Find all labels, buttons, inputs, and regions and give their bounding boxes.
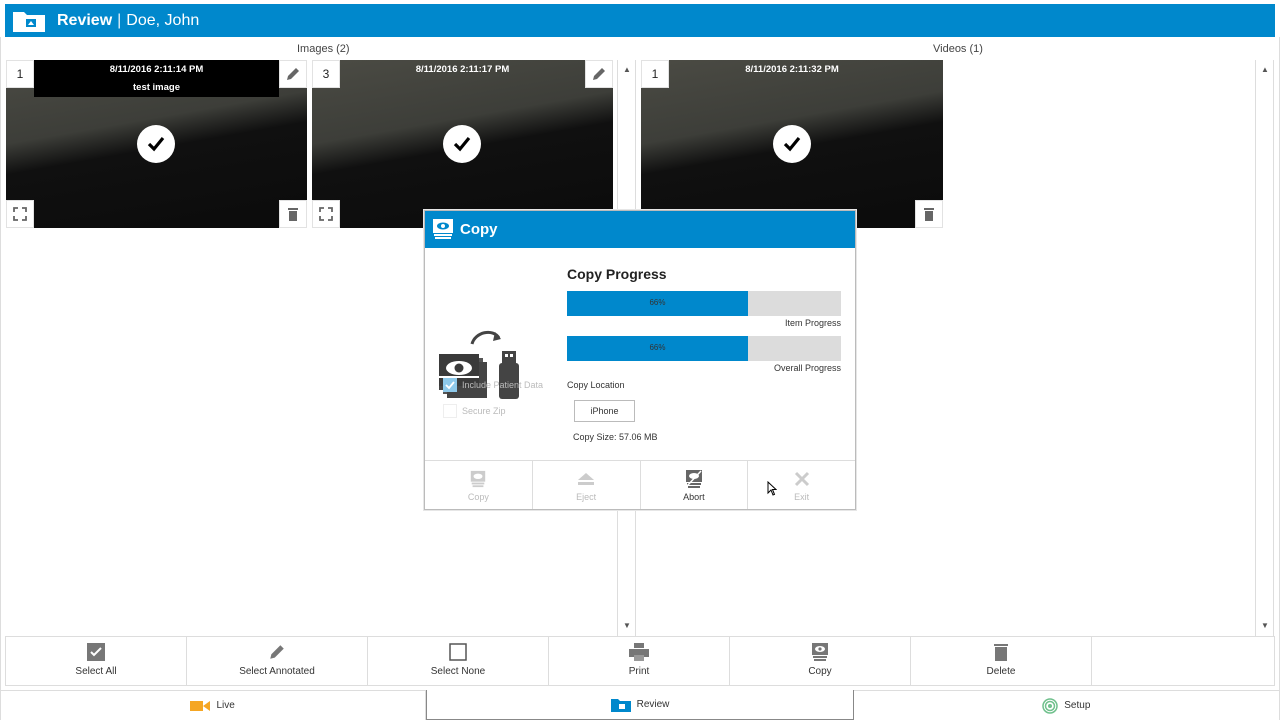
- overall-progress-label: Overall Progress: [773, 363, 841, 373]
- videos-section-label: Videos (1): [933, 43, 983, 55]
- thumbnail-number: 3: [312, 60, 340, 88]
- thumbnail-caption: test image: [133, 82, 180, 93]
- checkbox-checked-icon: [86, 642, 106, 662]
- image-thumbnail[interactable]: 8/11/2016 2:11:14 PM test image 1: [6, 60, 307, 228]
- item-progress-value: 66%: [649, 298, 666, 307]
- eject-button[interactable]: Eject: [533, 461, 641, 509]
- dialog-title-bar: Copy: [425, 211, 855, 248]
- select-annotated-button[interactable]: Select Annotated: [187, 637, 368, 685]
- tab-review[interactable]: Review: [426, 690, 854, 720]
- thumbnail-timestamp: 8/11/2016 2:11:17 PM: [415, 64, 510, 75]
- videos-scrollbar[interactable]: ▲ ▼: [1255, 60, 1274, 636]
- copy-to-usb-icon: [437, 326, 527, 411]
- camera-icon: [190, 700, 211, 712]
- abort-label: Abort: [683, 492, 705, 502]
- tab-review-label: Review: [636, 699, 670, 710]
- tab-live-label: Live: [216, 700, 235, 711]
- action-toolbar: Select All Select Annotated Select None …: [5, 636, 1275, 686]
- checkbox-checked-icon[interactable]: [443, 378, 457, 392]
- trash-icon[interactable]: [915, 200, 943, 228]
- tab-live[interactable]: Live: [0, 690, 427, 720]
- folder-icon: [11, 8, 47, 34]
- thumbnail-timestamp: 8/11/2016 2:11:32 PM: [745, 64, 839, 75]
- check-icon[interactable]: [137, 125, 175, 163]
- include-patient-data-option[interactable]: Include Patient Data: [443, 378, 543, 392]
- exit-label: Exit: [794, 492, 810, 502]
- delete-label: Delete: [986, 666, 1016, 677]
- eject-icon: [577, 470, 595, 488]
- patient-name: Doe, John: [126, 11, 200, 29]
- check-icon[interactable]: [443, 125, 481, 163]
- item-progress-bar: 66%: [567, 291, 841, 316]
- pencil-icon[interactable]: [279, 60, 307, 88]
- copy-location-button[interactable]: iPhone: [574, 400, 635, 422]
- select-none-button[interactable]: Select None: [368, 637, 549, 685]
- close-icon: [794, 470, 810, 488]
- image-thumbnail[interactable]: 8/11/2016 2:11:17 PM 3: [312, 60, 613, 228]
- copy-button[interactable]: Copy: [730, 637, 911, 685]
- tab-setup-label: Setup: [1064, 700, 1091, 711]
- copy-icon: [431, 218, 455, 241]
- bottom-tab-bar: Live Review Setup: [0, 690, 1280, 720]
- dialog-title: Copy: [460, 221, 498, 238]
- abort-button[interactable]: Abort: [641, 461, 749, 509]
- include-patient-data-label: Include Patient Data: [462, 380, 544, 390]
- copy-label: Copy: [808, 666, 832, 677]
- video-thumbnail[interactable]: 8/11/2016 2:11:32 PM 1: [641, 60, 943, 228]
- dialog-body: Include Patient Data Secure Zip Copy Pro…: [425, 248, 855, 461]
- delete-button[interactable]: Delete: [911, 637, 1092, 685]
- checkbox-empty-icon[interactable]: [443, 404, 457, 418]
- select-none-label: Select None: [430, 666, 486, 677]
- select-all-label: Select All: [75, 666, 117, 677]
- secure-zip-option[interactable]: Secure Zip: [443, 404, 506, 418]
- secure-zip-label: Secure Zip: [462, 406, 506, 416]
- scroll-up-icon[interactable]: ▲: [618, 65, 636, 74]
- thumbnail-timestamp: 8/11/2016 2:11:14 PM: [109, 64, 204, 75]
- trash-icon: [991, 642, 1011, 662]
- dialog-actions: Copy Eject Abort Exit: [425, 461, 855, 509]
- overall-progress-bar: 66%: [567, 336, 841, 361]
- eject-label: Eject: [576, 492, 597, 502]
- target-icon: [1042, 697, 1058, 714]
- header-separator: |: [117, 11, 122, 29]
- abort-icon: [684, 470, 704, 488]
- scroll-down-icon[interactable]: ▼: [618, 621, 636, 630]
- scroll-down-icon[interactable]: ▼: [1256, 621, 1274, 630]
- folder-icon: [610, 698, 631, 712]
- expand-icon[interactable]: [312, 200, 340, 228]
- dialog-copy-button[interactable]: Copy: [425, 461, 533, 509]
- select-all-button[interactable]: Select All: [6, 637, 187, 685]
- copy-dialog: Copy Include Patient Data Secure Zip Cop…: [424, 210, 856, 510]
- scroll-up-icon[interactable]: ▲: [1256, 65, 1274, 74]
- copy-location-label: Copy Location: [567, 380, 625, 390]
- dialog-copy-label: Copy: [467, 492, 489, 502]
- trash-icon[interactable]: [279, 200, 307, 228]
- print-label: Print: [628, 666, 650, 677]
- exit-button[interactable]: Exit: [748, 461, 855, 509]
- pencil-icon[interactable]: [585, 60, 613, 88]
- thumbnail-number: 1: [6, 60, 34, 88]
- pencil-icon: [267, 642, 287, 662]
- print-button[interactable]: Print: [549, 637, 730, 685]
- check-icon[interactable]: [773, 125, 811, 163]
- copy-progress-title: Copy Progress: [567, 266, 667, 282]
- copy-icon: [810, 642, 830, 662]
- checkbox-empty-icon: [448, 642, 468, 662]
- copy-size-text: Copy Size: 57.06 MB: [573, 432, 658, 442]
- overall-progress-value: 66%: [649, 343, 666, 352]
- select-annotated-label: Select Annotated: [239, 666, 315, 677]
- app-header: Review | Doe, John: [5, 4, 1275, 37]
- page-title: Review: [57, 11, 113, 29]
- copy-icon: [469, 470, 487, 488]
- item-progress-label: Item Progress: [784, 318, 841, 328]
- thumbnail-number: 1: [641, 60, 669, 88]
- tab-setup[interactable]: Setup: [853, 690, 1280, 720]
- images-section-label: Images (2): [297, 43, 350, 55]
- printer-icon: [629, 642, 649, 662]
- expand-icon[interactable]: [6, 200, 34, 228]
- mouse-cursor-icon: [767, 480, 778, 501]
